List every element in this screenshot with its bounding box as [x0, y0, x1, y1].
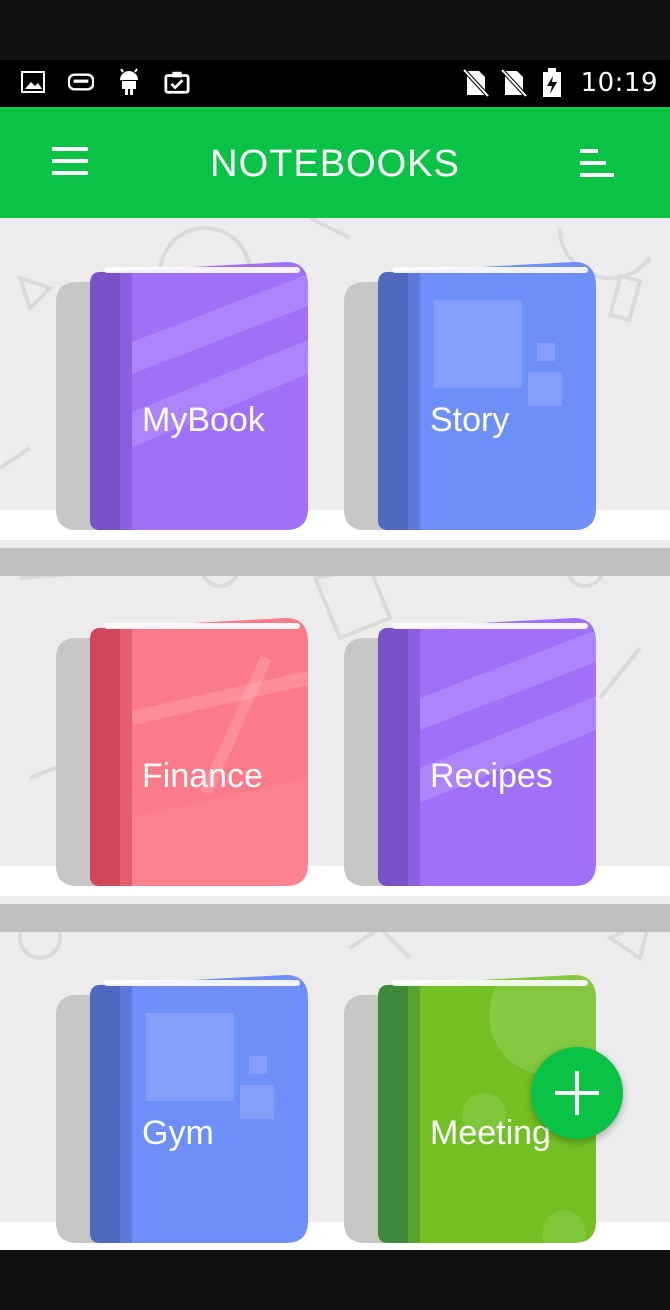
- shelf-edge: [0, 548, 670, 576]
- notebook-mybook[interactable]: MyBook: [56, 262, 310, 532]
- no-sim-icon: [500, 69, 527, 97]
- android-icon: [116, 68, 142, 96]
- clipboard-check-icon: [164, 68, 190, 96]
- status-time: 10:19: [580, 68, 658, 98]
- notebook-finance[interactable]: Finance: [56, 618, 310, 888]
- add-notebook-button[interactable]: [531, 1047, 623, 1139]
- notebook-gym[interactable]: Gym: [56, 975, 310, 1245]
- image-icon: [20, 68, 46, 96]
- battery-charging-icon: [539, 68, 565, 97]
- status-bar: 10:19: [0, 60, 670, 107]
- notebook-label: Gym: [142, 1114, 214, 1152]
- notebook-story[interactable]: Story: [344, 262, 598, 532]
- no-sim-icon: [462, 69, 489, 97]
- shelf-edge: [0, 904, 670, 932]
- notebook-label: Story: [430, 401, 510, 439]
- notebook-label: Finance: [142, 757, 263, 795]
- sort-icon[interactable]: [580, 149, 616, 181]
- notebook-label: MyBook: [142, 401, 265, 439]
- page-title: NOTEBOOKS: [210, 143, 460, 185]
- app-bar: NOTEBOOKS: [0, 107, 670, 218]
- book-cover-icon: [344, 262, 596, 530]
- top-band: [0, 0, 670, 60]
- book-cover-icon: [56, 618, 308, 886]
- book-cover-icon: [56, 262, 308, 530]
- notebook-label: Recipes: [430, 757, 553, 795]
- notebook-recipes[interactable]: Recipes: [344, 618, 598, 888]
- game-controller-icon: [68, 68, 94, 96]
- book-cover-icon: [344, 618, 596, 886]
- book-cover-icon: [56, 975, 308, 1243]
- notebook-label: Meeting: [430, 1114, 551, 1152]
- navigation-bar: [0, 1250, 670, 1310]
